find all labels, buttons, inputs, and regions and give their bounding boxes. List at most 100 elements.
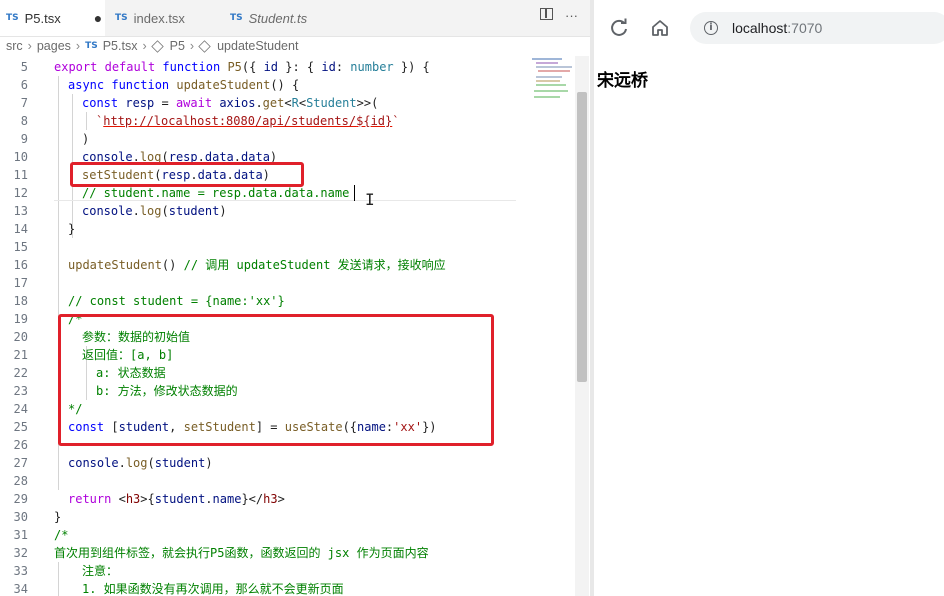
code-text: console.log(student) [68,456,213,470]
symbol-method-icon [150,39,164,53]
code-line: 17 [0,274,575,292]
line-number: 19 [13,312,28,326]
scrollbar-thumb[interactable] [577,92,587,382]
breadcrumb-item-src[interactable]: src [6,39,23,53]
code-text: } [68,222,76,236]
code-line: 13 console.log(student) [0,202,575,220]
site-info-icon[interactable]: i [704,21,718,35]
highlight-box-usestate [58,314,494,446]
code-line: 32 首次用到组件标签，就会执行P5函数，函数返回的 jsx 作为页面内容 [0,544,575,562]
line-number: 34 [13,582,28,596]
line-number: 29 [13,492,28,506]
breadcrumb-item-p5[interactable]: P5 [170,39,185,53]
browser-toolbar: i localhost:7070 [594,0,944,56]
code-line: 33 注意： [0,562,575,580]
breadcrumb: src › pages › TS P5.tsx › P5 › updateStu… [0,36,590,56]
line-number: 18 [13,294,28,308]
code-line: 18 // const student = {name:'xx'} [0,292,575,310]
line-number: 13 [13,204,28,218]
chevron-right-icon: › [75,39,81,53]
url-port: :7070 [787,20,823,36]
line-number: 15 [13,240,28,254]
line-number: 28 [13,474,28,488]
line-number: 27 [13,456,28,470]
code-text: } [54,510,62,524]
code-text: `http://localhost:8080/api/students/${id… [96,114,400,128]
text-cursor [354,185,355,201]
code-line: 14} [0,220,575,238]
code-text: 1. 如果函数没有再次调用，那么就不会更新页面 [82,582,344,596]
line-number: 23 [13,384,28,398]
line-number: 7 [20,96,28,110]
code-line: 8 `http://localhost:8080/api/students/${i… [0,112,575,130]
code-text: /* [54,528,69,542]
code-text: // const student = {name:'xx'} [68,294,285,308]
line-number: 25 [13,420,28,434]
unsaved-dot-icon[interactable]: ● [94,10,102,26]
reload-icon[interactable] [608,17,630,39]
code-editor: TS P5.tsx ● TS index.tsx TS Student.ts ·… [0,0,590,596]
line-number: 6 [20,78,28,92]
code-text: export default function P5({ id }: { id:… [54,60,430,74]
code-text: const resp = await axios.get<R<Student>>… [82,96,379,110]
code-line: 7 const resp = await axios.get<R<Student>… [0,94,575,112]
tab-index-tsx[interactable]: TS index.tsx [115,0,185,36]
line-number: 10 [13,150,28,164]
code-line: 31 /* [0,526,575,544]
line-number: 9 [20,132,28,146]
tab-p5-tsx[interactable]: TS P5.tsx ● [0,0,105,36]
code-text: 注意： [82,564,119,578]
tab-student-ts[interactable]: TS Student.ts [230,0,307,36]
line-number: 21 [13,348,28,362]
code-line: 16 updateStudent() // 调用 updateStudent 发送… [0,256,575,274]
code-text: updateStudent() // 调用 updateStudent 发送请求… [68,258,446,272]
code-line: 28 [0,472,575,490]
code-text: 首次用到组件标签，就会执行P5函数，函数返回的 jsx 作为页面内容 [54,546,429,560]
line-number: 12 [13,186,28,200]
line-number: 14 [13,222,28,236]
code-line: 34 1. 如果函数没有再次调用，那么就不会更新页面 [0,580,575,596]
address-bar[interactable]: i localhost:7070 [690,12,944,44]
editor-actions: ··· [540,8,578,23]
code-line: 15 [0,238,575,256]
line-number: 26 [13,438,28,452]
line-number: 22 [13,366,28,380]
chevron-right-icon: › [27,39,32,53]
line-number: 31 [13,528,28,542]
typescript-file-icon: TS [230,13,243,23]
breadcrumb-item-pages[interactable]: pages [37,39,71,53]
breadcrumb-item-update-student[interactable]: updateStudent [217,39,298,53]
code-text: async function updateStudent() { [68,78,300,92]
minimap[interactable] [528,56,576,136]
mouse-ibeam-icon: I [365,190,375,209]
typescript-file-icon: TS [115,13,128,23]
line-number: 8 [20,114,28,128]
line-number: 17 [13,276,28,290]
line-number: 20 [13,330,28,344]
highlight-box-setstudent [70,162,304,187]
tab-label: Student.ts [248,10,308,26]
typescript-file-icon: TS [85,41,98,51]
more-actions-icon[interactable]: ··· [565,8,578,23]
vertical-scrollbar[interactable] [575,56,589,596]
line-number: 32 [13,546,28,560]
url-host: localhost [732,20,788,36]
line-number: 5 [20,60,28,74]
breadcrumb-item-file[interactable]: P5.tsx [103,39,138,53]
browser-window: i localhost:7070 宋远桥 [594,0,944,596]
editor-tab-bar: TS P5.tsx ● TS index.tsx TS Student.ts ·… [0,0,590,37]
code-line: 6 async function updateStudent() { [0,76,575,94]
code-line: 9) [0,130,575,148]
line-number: 24 [13,402,28,416]
page-heading: 宋远桥 [597,71,648,91]
tab-label: P5.tsx [24,10,61,26]
split-editor-icon[interactable] [540,8,553,20]
code-area[interactable]: 5 export default function P5({ id }: { id… [0,58,575,596]
chevron-right-icon: › [142,39,147,53]
home-icon[interactable] [649,17,671,39]
chevron-right-icon: › [189,39,195,53]
line-number: 30 [13,510,28,524]
code-line: 30} [0,508,575,526]
symbol-method-icon [198,39,211,53]
typescript-file-icon: TS [6,13,19,23]
